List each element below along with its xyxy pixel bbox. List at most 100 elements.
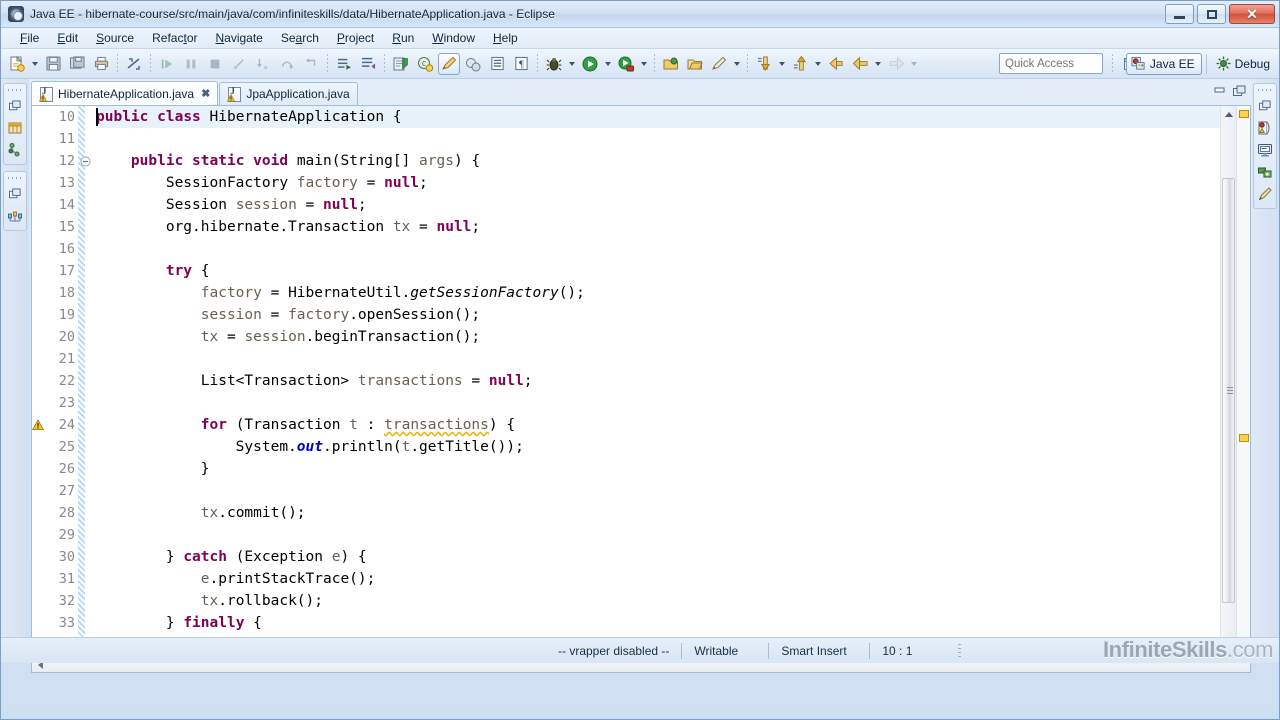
code-line[interactable]: session = factory.openSession();	[96, 304, 1220, 326]
editor-tab-hibernate-application[interactable]: HibernateApplication.java ✖	[31, 81, 219, 105]
code-line[interactable]	[96, 480, 1220, 502]
code-line[interactable]: Session session = null;	[96, 194, 1220, 216]
code-line[interactable]: e.printStackTrace();	[96, 568, 1220, 590]
code-line[interactable]: List<Transaction> transactions = null;	[96, 370, 1220, 392]
menu-search[interactable]: Search	[272, 29, 328, 47]
bug-icon[interactable]	[543, 53, 565, 75]
code-line[interactable]	[96, 238, 1220, 260]
coverage-dropdown-icon[interactable]	[638, 53, 649, 75]
code-line[interactable]: factory = HibernateUtil.getSessionFactor…	[96, 282, 1220, 304]
restore-icon[interactable]	[6, 97, 24, 115]
project-explorer-icon[interactable]	[6, 119, 24, 137]
overview-warning-marker[interactable]	[1239, 110, 1249, 118]
debug-dropdown-icon[interactable]	[566, 53, 577, 75]
new-class-icon[interactable]: C	[414, 53, 436, 75]
code-line[interactable]	[96, 348, 1220, 370]
menu-edit[interactable]: Edit	[48, 29, 87, 47]
code-line[interactable]: tx = session.beginTransaction();	[96, 326, 1220, 348]
run-dropdown-icon[interactable]	[602, 53, 613, 75]
print-icon[interactable]	[90, 53, 112, 75]
folder-open-icon[interactable]	[684, 53, 706, 75]
step-into-icon[interactable]	[252, 53, 274, 75]
code-line[interactable]: } finally {	[96, 612, 1220, 634]
left-arrow-icon[interactable]	[849, 53, 871, 75]
minimize-button[interactable]	[1165, 4, 1194, 24]
prev-edit-dropdown-icon[interactable]	[776, 53, 787, 75]
menu-window[interactable]: Window	[423, 29, 484, 47]
overview-ruler[interactable]	[1236, 106, 1250, 656]
stop-icon[interactable]	[204, 53, 226, 75]
java-project-icon[interactable]	[390, 53, 412, 75]
menu-file[interactable]: File	[11, 29, 48, 47]
save-all-icon[interactable]	[66, 53, 88, 75]
code-line[interactable]: org.hibernate.Transaction tx = null;	[96, 216, 1220, 238]
save-icon[interactable]	[42, 53, 64, 75]
code-line[interactable]: System.out.println(t.getTitle());	[96, 436, 1220, 458]
pencil-icon[interactable]	[438, 52, 460, 75]
code-line[interactable]	[96, 128, 1220, 150]
trim-handle[interactable]	[8, 175, 22, 181]
fold-collapse-icon[interactable]	[78, 150, 92, 172]
editor-tab-jpa-application[interactable]: JpaApplication.java	[219, 82, 358, 105]
menu-navigate[interactable]: Navigate	[206, 29, 271, 47]
back-dropdown-icon[interactable]	[872, 53, 883, 75]
console-icon[interactable]	[1256, 141, 1274, 159]
code-line[interactable]: try {	[96, 260, 1220, 282]
restore-icon[interactable]	[6, 185, 24, 203]
perspective-java-ee[interactable]: Java EE	[1125, 52, 1202, 75]
code-line[interactable]: tx.commit();	[96, 502, 1220, 524]
code-line[interactable]: public class HibernateApplication {	[96, 106, 1220, 128]
minimize-icon[interactable]	[1213, 84, 1227, 102]
resume-icon[interactable]	[156, 53, 178, 75]
source-editor[interactable]: 10 11 12 13 14 15 16 17 18 19 20 21 22 23 24 25 26 27 28 29…	[31, 106, 1251, 657]
folding-ruler[interactable]	[78, 106, 92, 656]
folder-green-icon[interactable]	[660, 53, 682, 75]
problems-icon[interactable]	[1256, 119, 1274, 137]
menu-run[interactable]: Run	[383, 29, 423, 47]
close-button[interactable]: ✕	[1229, 4, 1275, 24]
servers-icon[interactable]	[6, 207, 24, 225]
scroll-up-icon[interactable]	[1221, 106, 1237, 122]
vertical-scrollbar[interactable]	[1220, 106, 1236, 656]
code-line[interactable]: public static void main(String[] args) {	[96, 150, 1220, 172]
list-icon[interactable]	[486, 53, 508, 75]
code-text[interactable]: public class HibernateApplication { publ…	[92, 106, 1220, 656]
trim-handle[interactable]	[8, 87, 22, 93]
code-line[interactable]: }	[96, 458, 1220, 480]
trim-handle[interactable]	[1258, 87, 1272, 93]
markers-icon[interactable]	[1256, 185, 1274, 203]
up-arrow-icon[interactable]	[789, 53, 811, 75]
menu-refactor[interactable]: Refactor	[143, 29, 206, 47]
maximize-button[interactable]	[1197, 4, 1226, 24]
vertical-scroll-thumb[interactable]	[1222, 178, 1235, 603]
down-arrow-icon[interactable]	[753, 53, 775, 75]
run-icon[interactable]	[579, 53, 601, 75]
forward-dropdown-icon[interactable]	[908, 53, 919, 75]
open-type-icon[interactable]	[462, 53, 484, 75]
paragraph-icon[interactable]: ¶	[510, 53, 532, 75]
menu-help[interactable]: Help	[484, 29, 527, 47]
warning-marker[interactable]	[31, 414, 45, 436]
external-tools-dropdown-icon[interactable]	[731, 53, 742, 75]
breadcrumb-icon[interactable]	[123, 53, 145, 75]
back-arrow-icon[interactable]	[825, 53, 847, 75]
overview-warning-marker[interactable]	[1239, 434, 1249, 442]
close-icon[interactable]: ✖	[201, 87, 210, 100]
outline-tree-icon[interactable]	[6, 141, 24, 159]
status-resize-handle[interactable]	[958, 643, 962, 658]
code-line[interactable]: tx.rollback();	[96, 590, 1220, 612]
maximize-icon[interactable]	[1233, 84, 1247, 102]
new-file-dropdown-icon[interactable]	[29, 53, 40, 75]
perspective-debug[interactable]: Debug	[1211, 53, 1277, 75]
code-line[interactable]	[96, 392, 1220, 414]
wrench-icon[interactable]	[708, 53, 730, 75]
annotation-icon[interactable]	[357, 53, 379, 75]
menu-project[interactable]: Project	[328, 29, 383, 47]
pause-icon[interactable]	[180, 53, 202, 75]
new-file-icon[interactable]	[6, 53, 28, 75]
quick-access-input[interactable]	[999, 53, 1103, 74]
step-return-icon[interactable]	[300, 53, 322, 75]
code-line[interactable]: for (Transaction t : transactions) {	[96, 414, 1220, 436]
properties-icon[interactable]	[1256, 163, 1274, 181]
step-over-icon[interactable]	[276, 53, 298, 75]
